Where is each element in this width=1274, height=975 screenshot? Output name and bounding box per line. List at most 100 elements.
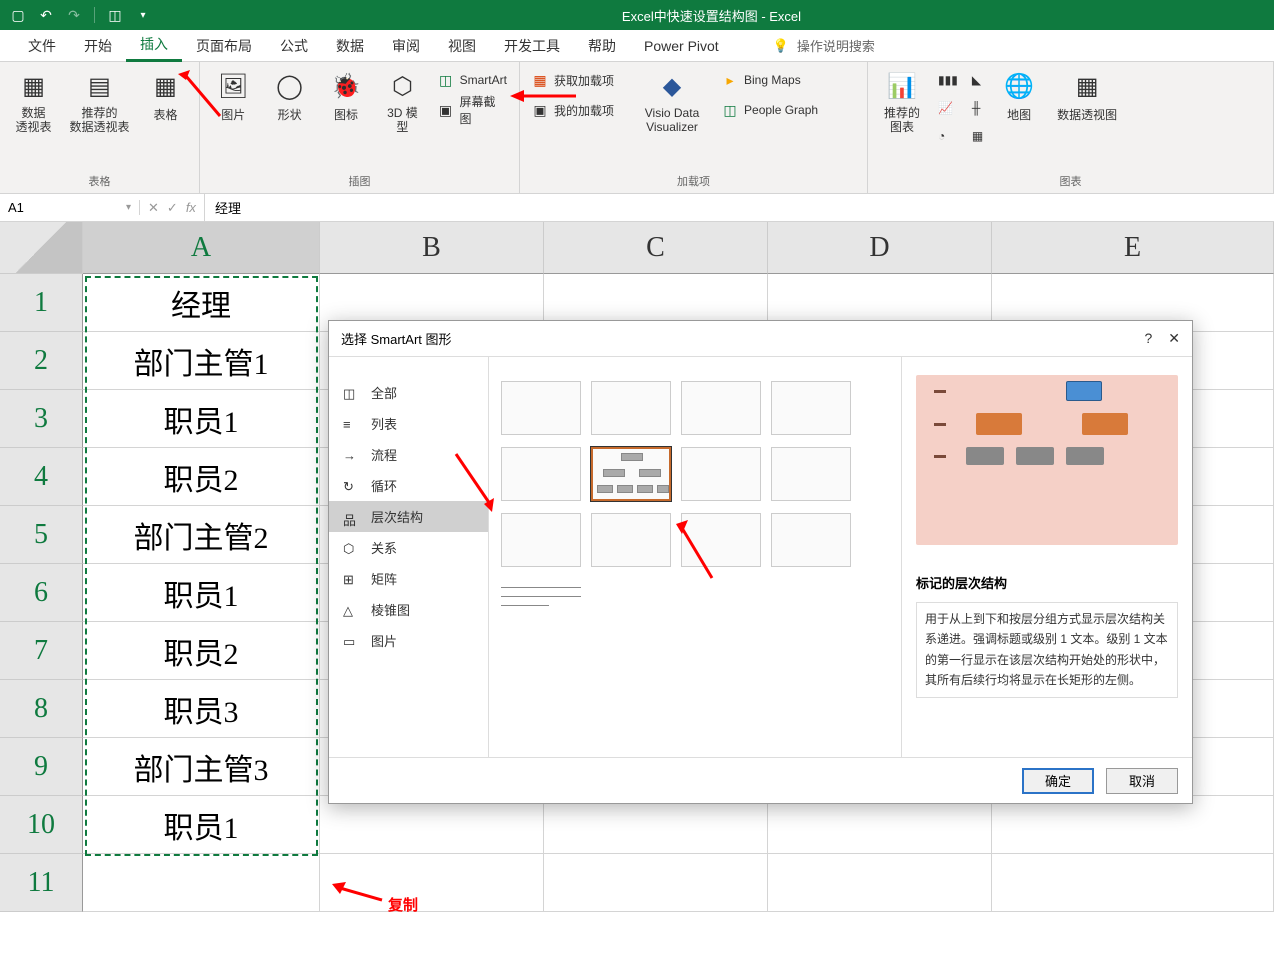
row-header-1[interactable]: 1 <box>0 274 83 332</box>
touch-mode-button[interactable]: ◫ <box>103 3 127 27</box>
fx-icon[interactable]: fx <box>186 200 196 216</box>
row-header-6[interactable]: 6 <box>0 564 83 622</box>
save-button[interactable]: ▢ <box>6 3 30 27</box>
layout-thumb-selected[interactable] <box>591 447 671 501</box>
cat-pyramid[interactable]: △棱锥图 <box>329 594 488 625</box>
cell-D11[interactable] <box>768 854 992 912</box>
tell-me-search[interactable]: 💡 操作说明搜索 <box>773 36 875 55</box>
col-header-E[interactable]: E <box>992 222 1274 274</box>
cell-A4[interactable]: 职员2 <box>83 448 320 506</box>
layout-thumb[interactable] <box>681 513 761 567</box>
cell-A10[interactable]: 职员1 <box>83 796 320 854</box>
cat-process[interactable]: →流程 <box>329 439 488 470</box>
layout-thumb[interactable] <box>681 381 761 435</box>
my-addins-button[interactable]: ▣ 我的加载项 <box>528 96 618 124</box>
icons-button[interactable]: 🐞 图标 <box>321 66 371 123</box>
formula-input[interactable]: 经理 <box>204 194 1274 221</box>
3dmodels-button[interactable]: ⬡ 3D 模 型 <box>377 66 427 135</box>
tab-home[interactable]: 开始 <box>70 30 126 62</box>
layout-thumb[interactable] <box>501 447 581 501</box>
select-all-corner[interactable] <box>0 222 83 274</box>
pivot-table-button[interactable]: ▦ 数据 透视表 <box>8 66 59 135</box>
cat-relationship[interactable]: ⬡关系 <box>329 532 488 563</box>
row-header-11[interactable]: 11 <box>0 854 83 912</box>
cancel-icon[interactable]: ✕ <box>148 200 159 216</box>
cat-picture[interactable]: ▭图片 <box>329 625 488 656</box>
tab-view[interactable]: 视图 <box>434 30 490 62</box>
cell-E11[interactable] <box>992 854 1274 912</box>
layout-thumb[interactable] <box>501 513 581 567</box>
visio-button[interactable]: ◆ Visio Data Visualizer <box>632 66 712 135</box>
maps-button[interactable]: 🌐 地图 <box>993 66 1045 123</box>
layout-thumb[interactable] <box>681 447 761 501</box>
cell-A1[interactable]: 经理 <box>83 274 320 332</box>
smartart-button[interactable]: ◫ SmartArt <box>434 66 511 94</box>
tab-file[interactable]: 文件 <box>14 30 70 62</box>
name-box[interactable]: A1 ▾ <box>0 200 140 215</box>
chart-type-5[interactable]: ╫ <box>968 94 987 122</box>
undo-button[interactable]: ↶ <box>34 3 58 27</box>
cell-A5[interactable]: 部门主管2 <box>83 506 320 564</box>
layout-thumb[interactable] <box>771 381 851 435</box>
cell-A6[interactable]: 职员1 <box>83 564 320 622</box>
row-header-10[interactable]: 10 <box>0 796 83 854</box>
layout-thumb[interactable] <box>591 513 671 567</box>
tab-insert[interactable]: 插入 <box>126 30 182 62</box>
tab-formulas[interactable]: 公式 <box>266 30 322 62</box>
chart-type-6[interactable]: ▦ <box>968 122 987 150</box>
cell-A2[interactable]: 部门主管1 <box>83 332 320 390</box>
cell-A8[interactable]: 职员3 <box>83 680 320 738</box>
cell-C10[interactable] <box>544 796 768 854</box>
recommended-pivot-button[interactable]: ▤ 推荐的 数据透视表 <box>65 66 134 135</box>
redo-button[interactable]: ↷ <box>62 3 86 27</box>
qat-customize-button[interactable]: ▾ <box>131 3 155 27</box>
chart-type-3[interactable]: ◔ <box>934 122 962 150</box>
cat-hierarchy[interactable]: 品层次结构 <box>329 501 488 532</box>
tab-dev[interactable]: 开发工具 <box>490 30 574 62</box>
tab-layout[interactable]: 页面布局 <box>182 30 266 62</box>
table-button[interactable]: ▦ 表格 <box>140 66 191 123</box>
col-header-A[interactable]: A <box>83 222 320 274</box>
shapes-button[interactable]: ◯ 形状 <box>264 66 314 123</box>
cat-list[interactable]: ≡列表 <box>329 408 488 439</box>
tab-help[interactable]: 帮助 <box>574 30 630 62</box>
cat-cycle[interactable]: ↻循环 <box>329 470 488 501</box>
col-header-B[interactable]: B <box>320 222 544 274</box>
bing-maps-button[interactable]: ▸ Bing Maps <box>718 66 822 94</box>
cell-E10[interactable] <box>992 796 1274 854</box>
cancel-button[interactable]: 取消 <box>1106 768 1178 794</box>
screenshot-button[interactable]: ▣ 屏幕截图 <box>434 96 511 124</box>
people-graph-button[interactable]: ◫ People Graph <box>718 96 822 124</box>
layout-thumb[interactable] <box>501 381 581 435</box>
dialog-close-button[interactable]: ✕ <box>1168 330 1180 347</box>
col-header-C[interactable]: C <box>544 222 768 274</box>
row-header-3[interactable]: 3 <box>0 390 83 448</box>
chart-type-4[interactable]: ◣ <box>968 66 987 94</box>
cell-B10[interactable] <box>320 796 544 854</box>
tab-review[interactable]: 审阅 <box>378 30 434 62</box>
layout-thumb[interactable] <box>591 381 671 435</box>
cell-A11[interactable] <box>83 854 320 912</box>
cell-B11[interactable] <box>320 854 544 912</box>
pivot-chart-button[interactable]: ▦ 数据透视图 <box>1051 66 1123 123</box>
cell-C11[interactable] <box>544 854 768 912</box>
cat-all[interactable]: ◫全部 <box>329 377 488 408</box>
chart-type-2[interactable]: 📈 <box>934 94 962 122</box>
confirm-icon[interactable]: ✓ <box>167 200 178 216</box>
tab-powerpivot[interactable]: Power Pivot <box>630 30 733 62</box>
cat-matrix[interactable]: ⊞矩阵 <box>329 563 488 594</box>
row-header-4[interactable]: 4 <box>0 448 83 506</box>
chart-type-1[interactable]: ▮▮▮ <box>934 66 962 94</box>
ok-button[interactable]: 确定 <box>1022 768 1094 794</box>
cell-D10[interactable] <box>768 796 992 854</box>
row-header-9[interactable]: 9 <box>0 738 83 796</box>
row-header-5[interactable]: 5 <box>0 506 83 564</box>
cell-A9[interactable]: 部门主管3 <box>83 738 320 796</box>
recommended-charts-button[interactable]: 📊 推荐的 图表 <box>876 66 928 135</box>
cell-A7[interactable]: 职员2 <box>83 622 320 680</box>
row-header-7[interactable]: 7 <box>0 622 83 680</box>
col-header-D[interactable]: D <box>768 222 992 274</box>
layout-thumb[interactable] <box>501 579 581 633</box>
layout-thumb[interactable] <box>771 513 851 567</box>
row-header-2[interactable]: 2 <box>0 332 83 390</box>
